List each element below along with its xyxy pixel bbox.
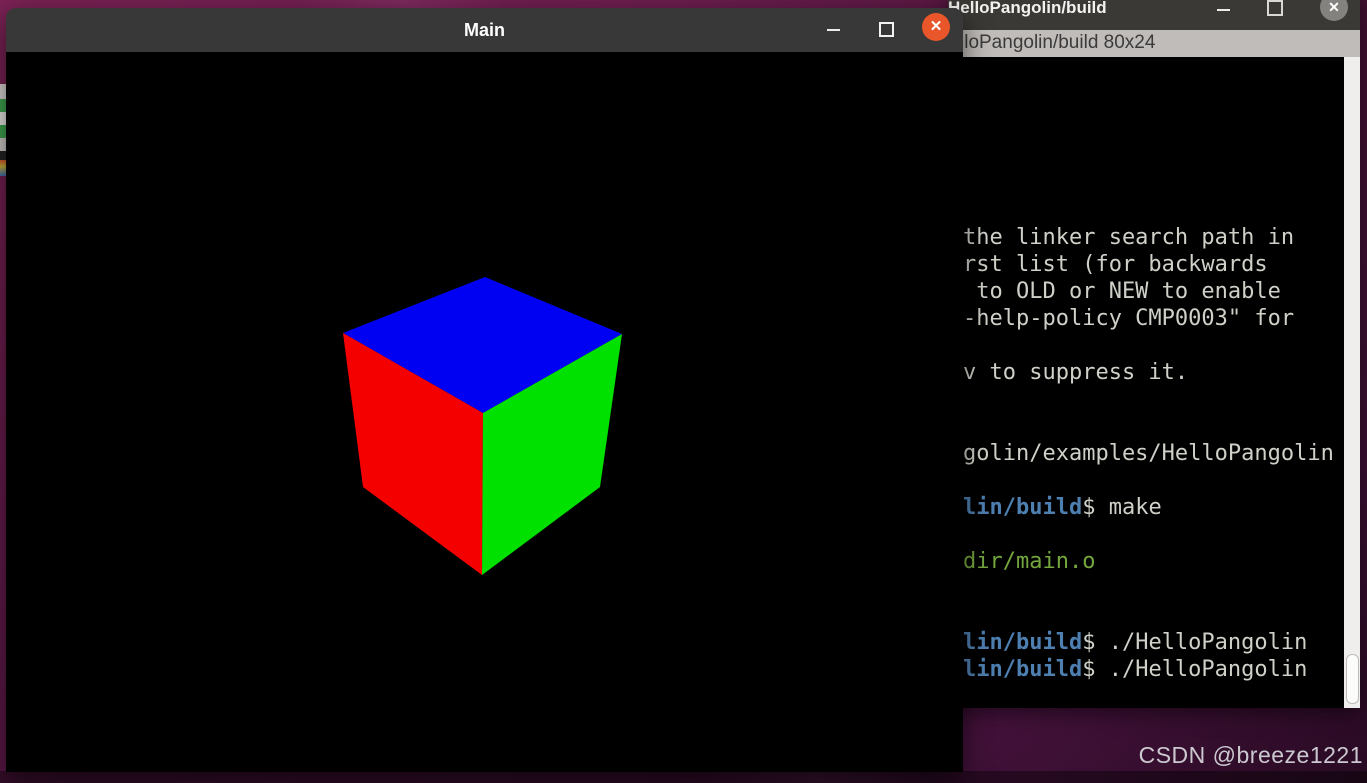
terminal-line: lin/build$ make	[963, 494, 1344, 521]
terminal-line: lin/build$ ./HelloPangolin	[963, 656, 1344, 683]
main-minimize-button[interactable]	[823, 20, 843, 40]
cube-canvas	[6, 52, 963, 772]
terminal-line	[963, 332, 1344, 359]
minimize-icon	[827, 29, 840, 31]
terminal-line: v to suppress it.	[963, 359, 1344, 386]
terminal-line	[963, 197, 1344, 224]
maximize-icon	[879, 22, 894, 37]
terminal-line: dir/main.o	[963, 548, 1344, 575]
terminal-line	[963, 683, 1344, 708]
terminal-line	[963, 62, 1344, 89]
terminal-line	[963, 521, 1344, 548]
csdn-watermark: CSDN @breeze1221	[1139, 742, 1363, 769]
terminal-line	[963, 89, 1344, 116]
main-maximize-button[interactable]	[876, 20, 896, 40]
maximize-icon	[1267, 0, 1283, 16]
main-window-title: Main	[6, 8, 963, 52]
desktop-background: CSDN @breeze1221 HelloPangolin/build ✕ l…	[0, 0, 1367, 783]
terminal-minimize-button[interactable]	[1213, 0, 1233, 20]
terminal-line: golin/examples/HelloPangolin	[963, 440, 1344, 467]
terminal-line: rst list (for backwards	[963, 251, 1344, 278]
pangolin-main-window: Main ✕	[6, 8, 963, 772]
main-close-button[interactable]: ✕	[922, 13, 950, 41]
terminal-line: -help-policy CMP0003" for	[963, 305, 1344, 332]
terminal-window-title: HelloPangolin/build	[948, 0, 1107, 18]
terminal-line	[963, 143, 1344, 170]
terminal-line	[963, 413, 1344, 440]
terminal-line	[963, 116, 1344, 143]
main-window-titlebar[interactable]: Main ✕	[6, 8, 963, 52]
terminal-line	[963, 467, 1344, 494]
terminal-line	[963, 602, 1344, 629]
terminal-line: the linker search path in	[963, 224, 1344, 251]
terminal-line: lin/build$ ./HelloPangolin	[963, 629, 1344, 656]
terminal-tab-label[interactable]: lloPangolin/build 80x24	[960, 30, 1360, 56]
minimize-icon	[1217, 9, 1230, 11]
terminal-close-button[interactable]: ✕	[1320, 0, 1348, 21]
terminal-titlebar[interactable]: HelloPangolin/build ✕	[948, 0, 1360, 30]
terminal-line: to OLD or NEW to enable	[963, 278, 1344, 305]
terminal-lines: the linker search path inrst list (for b…	[963, 62, 1344, 708]
terminal-line	[963, 170, 1344, 197]
terminal-line	[963, 386, 1344, 413]
terminal-scrollbar-thumb[interactable]	[1346, 654, 1359, 704]
terminal-body[interactable]: the linker search path inrst list (for b…	[948, 57, 1360, 708]
terminal-maximize-button[interactable]	[1265, 0, 1285, 20]
terminal-scrollbar[interactable]	[1344, 57, 1360, 708]
terminal-tabbar: lloPangolin/build 80x24	[948, 30, 1360, 58]
terminal-window: HelloPangolin/build ✕ lloPangolin/build …	[948, 0, 1360, 708]
terminal-line	[963, 575, 1344, 602]
main-window-viewport[interactable]	[6, 52, 963, 772]
